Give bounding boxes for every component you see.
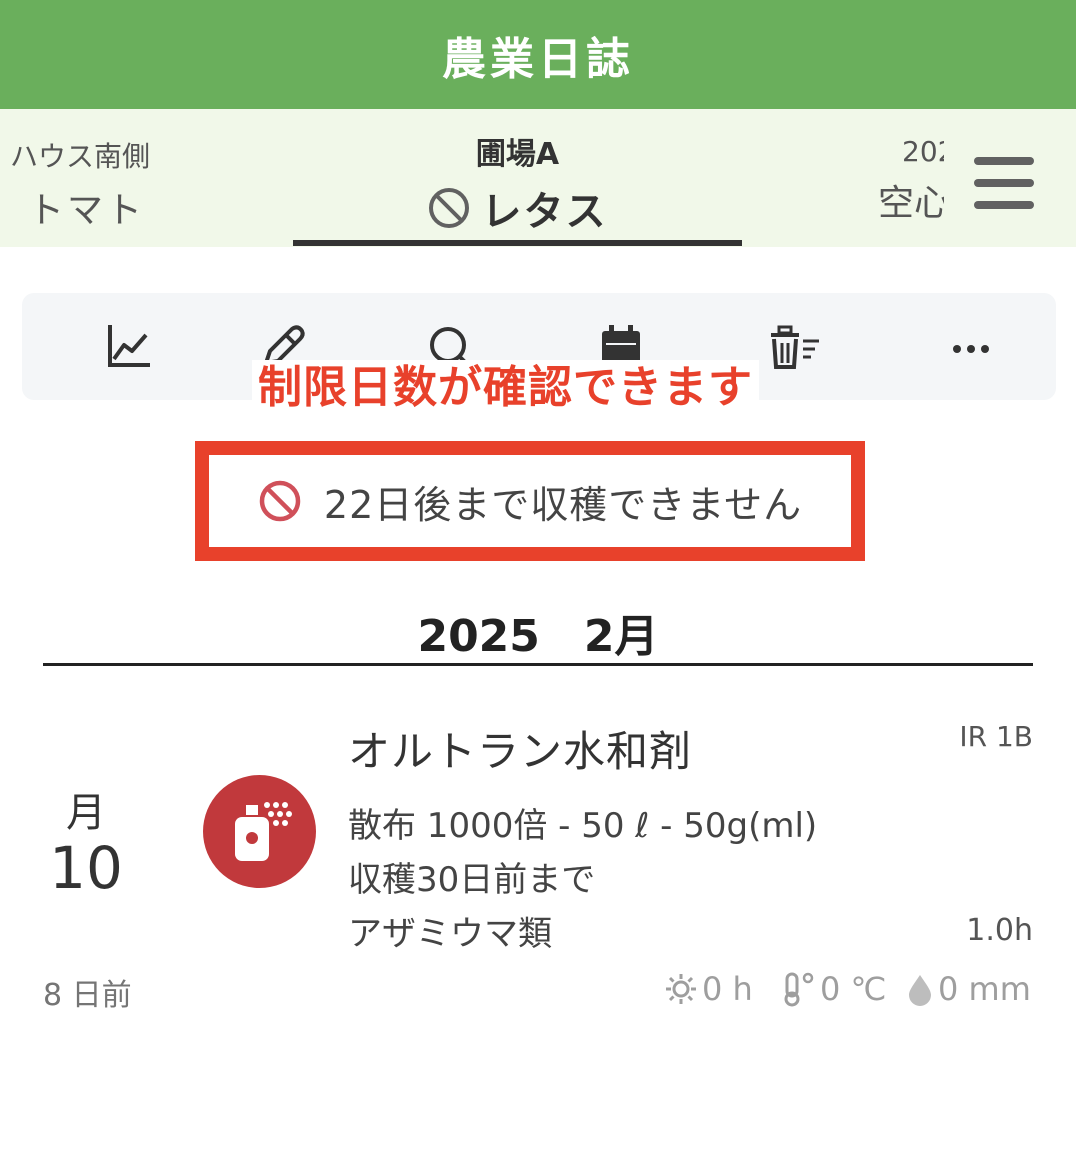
field-tab-previous[interactable]: ハウス南側 トマト bbox=[10, 135, 170, 233]
field-tab-previous-location: ハウス南側 bbox=[10, 140, 151, 173]
entry-spray-detail: 散布 1000倍 - 50 ℓ - 50g(ml) bbox=[348, 806, 818, 846]
field-tab-current-location: 圃場A bbox=[475, 137, 560, 172]
entry-title: オルトラン水和剤 bbox=[348, 727, 693, 776]
field-tab-current[interactable]: 圃場A レタス bbox=[293, 129, 742, 237]
entry-target-pest: アザミウマ類 bbox=[348, 914, 552, 954]
temperature-value: 0 ℃ bbox=[820, 970, 887, 1008]
field-tab-next[interactable]: 202 空心 bbox=[878, 135, 944, 226]
entry-days-ago: 8 日前 bbox=[43, 978, 132, 1013]
temperature-readout: 0 ℃ bbox=[778, 970, 886, 1008]
warning-text: 22日後まで収穫できません bbox=[323, 482, 803, 527]
month-heading: 2025 2月 bbox=[417, 611, 659, 662]
prohibited-icon bbox=[259, 480, 301, 522]
entry-work-hours: 1.0h bbox=[966, 913, 1033, 948]
month-divider bbox=[43, 663, 1033, 666]
field-tab-current-crop: レタス bbox=[481, 189, 608, 235]
callout-annotation: 制限日数が確認できます bbox=[252, 360, 759, 416]
field-tab-next-location: 202 bbox=[902, 135, 944, 168]
menu-icon[interactable] bbox=[974, 157, 1034, 209]
field-tab-previous-crop: トマト bbox=[28, 190, 146, 231]
app-title: 農業日誌 bbox=[442, 33, 634, 85]
rainfall-readout: 0 mm bbox=[906, 970, 1031, 1008]
trash-list-icon[interactable] bbox=[765, 321, 821, 377]
rainfall-value: 0 mm bbox=[938, 970, 1031, 1008]
active-tab-indicator bbox=[293, 240, 742, 246]
entry-weekday: 月 bbox=[66, 790, 106, 836]
chart-line-icon[interactable] bbox=[101, 321, 157, 377]
app-header: 農業日誌 bbox=[0, 0, 1076, 109]
water-drop-icon bbox=[909, 975, 931, 1006]
spray-icon bbox=[203, 775, 316, 888]
sunshine-readout: 0 h bbox=[664, 970, 753, 1008]
sunshine-value: 0 h bbox=[702, 970, 753, 1008]
prohibited-icon bbox=[428, 188, 469, 228]
thermometer-icon bbox=[784, 972, 814, 1007]
harvest-restriction-warning: 22日後まで収穫できません bbox=[195, 441, 865, 561]
entry-harvest-limit: 収穫30日前まで bbox=[348, 860, 596, 900]
field-tab-next-crop: 空心 bbox=[878, 183, 944, 224]
field-tab-bar: ハウス南側 トマト 圃場A レタス 202 空心 bbox=[0, 109, 1076, 247]
entry-day: 10 bbox=[49, 834, 123, 902]
more-icon[interactable] bbox=[943, 321, 999, 377]
sun-gear-icon bbox=[666, 974, 696, 1004]
entry-irac-code: IR 1B bbox=[959, 720, 1033, 753]
